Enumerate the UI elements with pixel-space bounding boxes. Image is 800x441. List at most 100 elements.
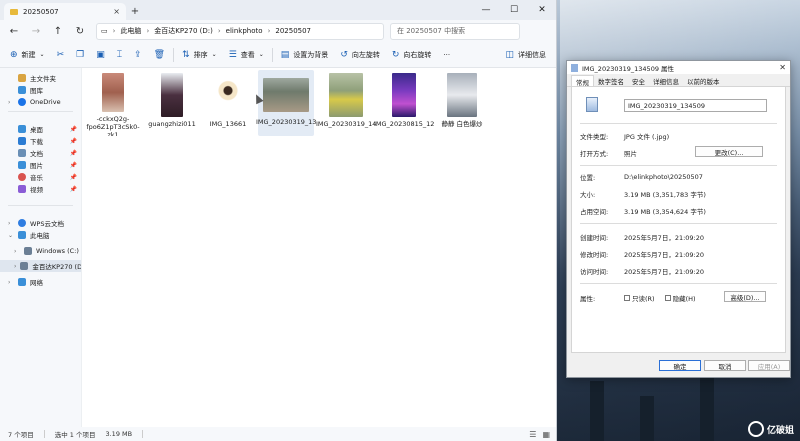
breadcrumb-item[interactable]: 20250507 bbox=[275, 27, 311, 35]
home-icon bbox=[18, 74, 26, 82]
breadcrumb[interactable]: ▭ › 此电脑 › 金百达KP270 (D:) › elinkphoto › 2… bbox=[96, 22, 384, 40]
rename-button[interactable]: ⌶ bbox=[113, 45, 126, 65]
folder-icon bbox=[10, 8, 18, 15]
file-list-view: -cckxQ2g-fpo6Z1pT3cSk0-zk1 guangzhizi011… bbox=[82, 68, 556, 427]
thumbnail-view-icon[interactable]: ▦ bbox=[542, 430, 550, 439]
search-input[interactable]: 在 20250507 中搜索 bbox=[390, 22, 520, 40]
details-pane-button[interactable]: ◫ 详细信息 bbox=[501, 45, 550, 65]
chevron-right-icon[interactable]: › bbox=[8, 99, 14, 106]
sidebar-item-wps-cloud[interactable]: › WPS云文档 bbox=[0, 217, 81, 229]
apply-button[interactable]: 应用(A) bbox=[748, 360, 790, 371]
rotate-left-button[interactable]: ↺ 向左旋转 bbox=[336, 45, 384, 65]
sidebar-item-drive-c[interactable]: › Windows (C:) bbox=[0, 245, 81, 257]
tab-bar: 20250507 × + — ☐ ✕ bbox=[0, 0, 556, 20]
details-view-icon[interactable]: ☰ bbox=[529, 430, 536, 439]
sidebar-item-documents[interactable]: 文档 📌 bbox=[0, 147, 81, 159]
sidebar-item-this-pc[interactable]: ⌄ 此电脑 bbox=[0, 229, 81, 241]
view-button[interactable]: ☰ 查看 ⌄ bbox=[225, 45, 268, 65]
tab-general[interactable]: 常规 bbox=[571, 75, 594, 87]
refresh-button[interactable]: ↻ bbox=[70, 22, 90, 40]
chevron-right-icon[interactable]: › bbox=[14, 263, 16, 270]
chevron-right-icon[interactable]: › bbox=[8, 220, 14, 227]
chevron-right-icon[interactable]: › bbox=[8, 279, 14, 286]
network-icon bbox=[18, 278, 26, 286]
copy-icon: ❐ bbox=[76, 49, 85, 60]
rotate-right-button[interactable]: ↻ 向右旋转 bbox=[388, 45, 436, 65]
breadcrumb-item[interactable]: elinkphoto bbox=[226, 27, 263, 35]
file-item[interactable]: guangzhizi011 bbox=[144, 70, 200, 136]
advanced-button[interactable]: 高级(D)... bbox=[724, 291, 766, 302]
sidebar-item-home[interactable]: 主文件夹 bbox=[0, 72, 81, 84]
tab-digital-signatures[interactable]: 数字签名 bbox=[594, 75, 628, 86]
filename-field[interactable]: IMG_20230319_134509 bbox=[624, 99, 767, 112]
change-button[interactable]: 更改(C)... bbox=[695, 146, 763, 157]
sidebar-item-pictures[interactable]: 图片 📌 bbox=[0, 159, 81, 171]
rotate-left-icon: ↺ bbox=[340, 49, 348, 60]
sidebar-item-videos[interactable]: 视频 📌 bbox=[0, 183, 81, 195]
forward-button[interactable]: → bbox=[26, 22, 46, 40]
properties-dialog: IMG_20230319_134509 属性 ✕ 常规 数字签名 安全 详细信息… bbox=[566, 60, 791, 378]
hidden-checkbox[interactable]: 隐藏(H) bbox=[664, 293, 696, 303]
sidebar-item-onedrive[interactable]: › OneDrive bbox=[0, 96, 81, 108]
share-button[interactable]: ⇪ bbox=[130, 45, 146, 65]
tab-security[interactable]: 安全 bbox=[628, 75, 649, 86]
chevron-down-icon[interactable]: ⌄ bbox=[8, 232, 14, 239]
file-item[interactable]: IMG_20230815_124449 bbox=[374, 70, 434, 136]
dialog-tabs: 常规 数字签名 安全 详细信息 以前的版本 bbox=[567, 74, 790, 87]
close-window-button[interactable]: ✕ bbox=[528, 0, 556, 20]
general-tab-panel: IMG_20230319_134509 文件类型: JPG 文件 (.jpg) 打… bbox=[571, 87, 786, 353]
drive-icon bbox=[20, 262, 29, 270]
file-item[interactable]: IMG_20230319_134509 bbox=[256, 70, 316, 136]
breadcrumb-item[interactable]: 此电脑 bbox=[120, 26, 141, 36]
computer-icon bbox=[18, 231, 26, 239]
sidebar-item-drive-d[interactable]: ›金百达KP270 (D:) bbox=[0, 260, 81, 272]
trash-icon: 🗑 bbox=[153, 49, 166, 60]
size-row: 大小: 3.19 MB (3,351,783 字节) bbox=[580, 191, 706, 199]
sidebar-item-desktop[interactable]: 桌面 📌 bbox=[0, 123, 81, 135]
new-button[interactable]: ⊕ 新建 ⌄ bbox=[6, 45, 49, 65]
new-tab-button[interactable]: + bbox=[126, 3, 144, 20]
chevron-right-icon[interactable]: › bbox=[14, 248, 20, 255]
ok-button[interactable]: 确定 bbox=[659, 360, 701, 371]
pin-icon: 📌 bbox=[69, 185, 77, 193]
file-item[interactable]: -cckxQ2g-fpo6Z1pT3cSk0-zk1 bbox=[85, 70, 141, 136]
plus-circle-icon: ⊕ bbox=[10, 49, 18, 60]
tab-details[interactable]: 详细信息 bbox=[649, 75, 683, 86]
close-tab-icon[interactable]: × bbox=[113, 7, 120, 16]
up-button[interactable]: ↑ bbox=[48, 22, 68, 40]
set-as-background-button[interactable]: ▤ 设置为背景 bbox=[277, 45, 333, 65]
paste-button[interactable]: ▣ bbox=[92, 45, 109, 65]
video-icon bbox=[18, 185, 26, 193]
cloud-icon bbox=[18, 98, 26, 106]
readonly-checkbox[interactable]: 只读(R) bbox=[624, 293, 655, 303]
tab-previous-versions[interactable]: 以前的版本 bbox=[683, 75, 724, 86]
minimize-button[interactable]: — bbox=[472, 0, 500, 20]
photo-thumbnail bbox=[392, 73, 416, 117]
tab-20250507[interactable]: 20250507 × bbox=[4, 3, 126, 20]
cancel-button[interactable]: 取消 bbox=[704, 360, 746, 371]
close-dialog-button[interactable]: ✕ bbox=[779, 63, 786, 72]
file-item[interactable]: 静静 白色爆炒 bbox=[434, 70, 490, 136]
sort-button[interactable]: ⇅ 排序 ⌄ bbox=[178, 45, 221, 65]
tree-silhouette bbox=[640, 396, 654, 441]
dialog-title: IMG_20230319_134509 属性 bbox=[582, 64, 675, 73]
file-type-row: 文件类型: JPG 文件 (.jpg) bbox=[580, 133, 670, 141]
file-item[interactable]: IMG_13661 bbox=[200, 70, 256, 136]
back-button[interactable]: ← bbox=[4, 22, 24, 40]
modified-row: 修改时间: 2025年5月7日，21:09:20 bbox=[580, 251, 705, 259]
copy-button[interactable]: ❐ bbox=[72, 45, 88, 65]
sidebar-item-network[interactable]: › 网络 bbox=[0, 276, 81, 288]
maximize-button[interactable]: ☐ bbox=[500, 0, 528, 20]
breadcrumb-item[interactable]: 金百达KP270 (D:) bbox=[154, 26, 213, 36]
sidebar-item-music[interactable]: 音乐 📌 bbox=[0, 171, 81, 183]
delete-button[interactable]: 🗑 bbox=[150, 45, 169, 65]
download-icon bbox=[18, 137, 26, 145]
size-on-disk-row: 占用空间: 3.19 MB (3,354,624 字节) bbox=[580, 208, 706, 216]
file-item[interactable]: IMG_20230319_143909 bbox=[316, 70, 376, 136]
watermark-text: 亿破姐 bbox=[766, 425, 794, 436]
sidebar-item-gallery[interactable]: 图库 bbox=[0, 84, 81, 96]
photo-thumbnail bbox=[217, 73, 239, 117]
sidebar-item-downloads[interactable]: 下载 📌 bbox=[0, 135, 81, 147]
more-options-button[interactable]: ··· bbox=[439, 45, 454, 65]
cut-button[interactable]: ✂ bbox=[53, 45, 69, 65]
